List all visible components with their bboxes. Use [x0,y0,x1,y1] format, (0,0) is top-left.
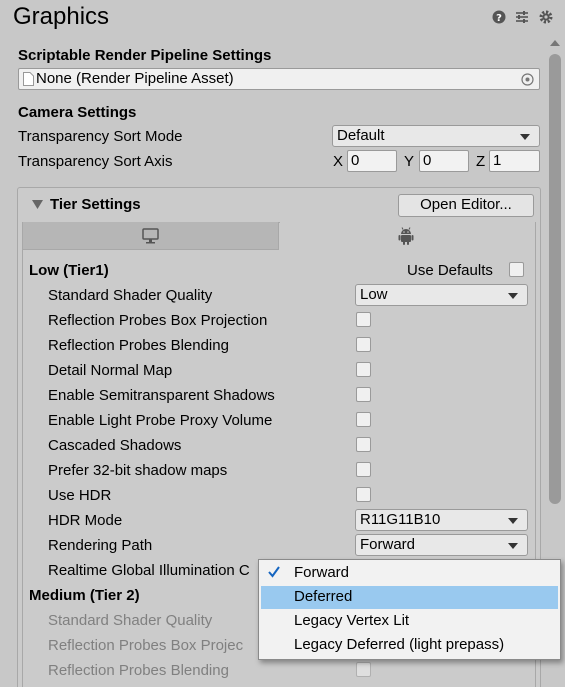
medium-tier-title: Medium (Tier 2) [29,587,140,604]
shader-quality-dropdown[interactable]: Low [355,284,528,306]
sort-axis-x-field[interactable]: 0 [347,150,397,172]
use-hdr-label: Use HDR [48,487,112,504]
popup-item-forward[interactable]: Forward [261,562,558,585]
light-probe-proxy-label: Enable Light Probe Proxy Volume [48,412,273,429]
asset-value: None (Render Pipeline Asset) [36,70,234,87]
y-axis-label: Y [404,153,415,170]
z-value: 1 [493,152,502,169]
sort-axis-label: Transparency Sort Axis [18,153,173,170]
tier-settings-heading[interactable]: Tier Settings [50,195,141,215]
sort-mode-dropdown[interactable]: Default [332,125,540,147]
srp-heading: Scriptable Render Pipeline Settings [18,47,272,64]
scroll-thumb[interactable] [549,54,561,504]
use-defaults-label: Use Defaults [407,262,493,279]
popup-item-label: Deferred [294,588,353,605]
gear-icon[interactable] [539,10,553,24]
render-pipeline-asset-field[interactable]: None (Render Pipeline Asset) [18,68,540,90]
cascaded-shadows-checkbox[interactable] [356,437,371,452]
popup-item-deferred[interactable]: Deferred [261,586,558,609]
probes-blending-label: Reflection Probes Blending [48,337,229,354]
popup-item-legacy-deferred[interactable]: Legacy Deferred (light prepass) [261,634,558,657]
popup-item-label: Forward [294,564,350,581]
checkmark-icon [268,566,280,578]
detail-normal-label: Detail Normal Map [48,362,173,379]
sort-axis-z-field[interactable]: 1 [489,150,540,172]
tab-android[interactable] [280,222,535,250]
light-probe-proxy-checkbox[interactable] [356,412,371,427]
foldout-expanded-icon[interactable] [32,199,43,210]
presets-icon[interactable] [515,10,529,24]
monitor-icon [142,228,159,244]
sort-mode-label: Transparency Sort Mode [18,128,183,145]
chevron-down-icon [508,518,518,524]
low-tier-title: Low (Tier1) [29,262,109,279]
hdr-mode-value: R11G11B10 [360,511,441,528]
chevron-down-icon [508,293,518,299]
chevron-down-icon [520,134,530,140]
shadow-32bit-label: Prefer 32-bit shadow maps [48,462,228,479]
rendering-path-dropdown[interactable]: Forward [355,534,528,556]
svg-text:?: ? [496,13,502,24]
realtime-gi-label: Realtime Global Illumination C [48,562,250,579]
sort-mode-value: Default [337,127,385,144]
x-axis-label: X [333,153,344,170]
help-icon[interactable]: ? [492,10,506,24]
page-title: Graphics [13,3,110,30]
rendering-path-value: Forward [360,536,416,553]
camera-heading: Camera Settings [18,104,137,121]
tab-standalone[interactable] [23,222,279,250]
cascaded-shadows-label: Cascaded Shadows [48,437,182,454]
hdr-mode-label: HDR Mode [48,512,123,529]
shader-quality-value: Low [360,286,388,303]
use-hdr-checkbox[interactable] [356,487,371,502]
medium-box-projection-label: Reflection Probes Box Projec [48,637,244,654]
use-defaults-checkbox[interactable] [509,262,524,277]
y-value: 0 [423,152,432,169]
sort-axis-y-field[interactable]: 0 [419,150,469,172]
popup-item-label: Legacy Vertex Lit [294,612,410,629]
asset-file-icon [23,72,34,86]
box-projection-label: Reflection Probes Box Projection [48,312,268,329]
popup-item-legacy-vertex-lit[interactable]: Legacy Vertex Lit [261,610,558,633]
medium-probes-blending-label: Reflection Probes Blending [48,662,229,679]
scroll-up-icon[interactable] [549,38,561,48]
inspector-header: Graphics ? [0,0,565,34]
hdr-mode-dropdown[interactable]: R11G11B10 [355,509,528,531]
open-editor-button[interactable]: Open Editor... [398,194,534,217]
semitransparent-label: Enable Semitransparent Shadows [48,387,275,404]
shadow-32bit-checkbox[interactable] [356,462,371,477]
shader-quality-label: Standard Shader Quality [48,287,213,304]
rendering-path-label: Rendering Path [48,537,153,554]
popup-item-label: Legacy Deferred (light prepass) [294,636,505,653]
probes-blending-checkbox[interactable] [356,337,371,352]
detail-normal-checkbox[interactable] [356,362,371,377]
x-value: 0 [351,152,360,169]
medium-probes-blending-checkbox[interactable] [356,662,371,677]
medium-shader-quality-label: Standard Shader Quality [48,612,213,629]
chevron-down-icon [508,543,518,549]
z-axis-label: Z [476,153,486,170]
android-icon [398,227,414,245]
object-picker-icon[interactable] [521,73,534,86]
rendering-path-popup: Forward Deferred Legacy Vertex Lit Legac… [258,559,561,660]
semitransparent-checkbox[interactable] [356,387,371,402]
box-projection-checkbox[interactable] [356,312,371,327]
